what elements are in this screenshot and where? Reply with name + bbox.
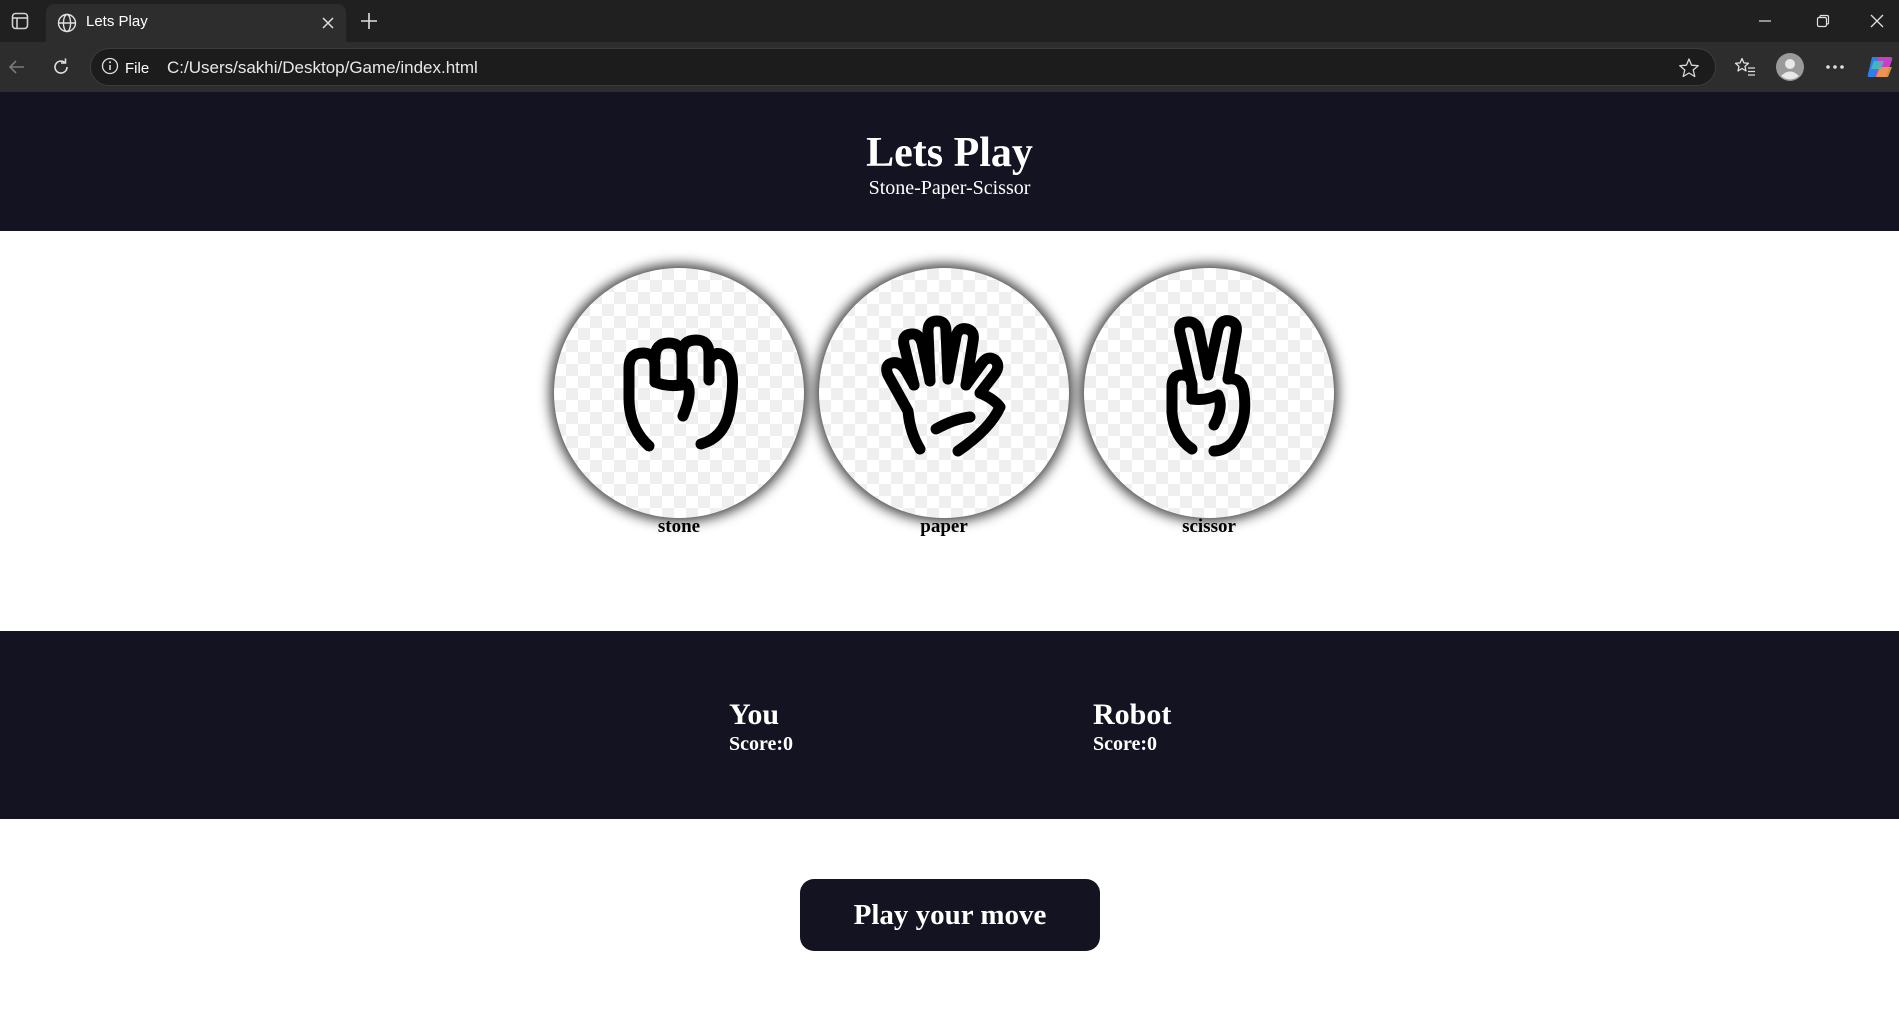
choice-scissor[interactable]: scissor (1084, 268, 1334, 568)
tab-sidebar-icon[interactable] (4, 6, 36, 36)
profile-icon[interactable] (1773, 50, 1807, 84)
back-icon[interactable] (0, 50, 34, 84)
choice-stone-image[interactable] (554, 268, 804, 518)
site-info-label: File (125, 59, 150, 77)
choice-paper-label: paper (920, 516, 968, 537)
more-icon[interactable] (1818, 50, 1852, 84)
restore-icon[interactable] (1796, 0, 1850, 42)
page-content: Lets Play Stone-Paper-Scissor stone pape… (0, 92, 1899, 1009)
open-hand-icon (881, 315, 1006, 457)
plus-icon[interactable] (354, 6, 384, 36)
tab-title: Lets Play (86, 13, 148, 30)
copilot-icon[interactable] (1863, 50, 1897, 84)
page-title: Lets Play (866, 130, 1033, 176)
choices-row: stone paper scissor (0, 268, 1899, 568)
navigation-bar: File C:/Users/sakhi/Desktop/Game/index.h… (0, 42, 1899, 92)
player-you: You Score:0 (729, 698, 793, 756)
tab-bar: Lets Play (0, 0, 1899, 42)
choice-stone[interactable]: stone (554, 268, 804, 568)
scoreboard: You Score:0 Robot Score:0 (0, 631, 1899, 819)
peace-hand-icon (1166, 315, 1251, 457)
fist-icon (623, 334, 738, 452)
choice-scissor-label: scissor (1182, 516, 1236, 537)
globe-icon (54, 10, 80, 36)
choice-scissor-image[interactable] (1084, 268, 1334, 518)
choice-stone-label: stone (657, 516, 701, 537)
choice-paper-image[interactable] (819, 268, 1069, 518)
address-bar[interactable]: File C:/Users/sakhi/Desktop/Game/index.h… (90, 48, 1716, 86)
favorites-icon[interactable] (1728, 50, 1762, 84)
play-your-move-button[interactable]: Play your move (800, 879, 1100, 951)
site-info-button[interactable]: File (101, 57, 149, 79)
star-icon[interactable] (1675, 54, 1703, 82)
refresh-icon[interactable] (44, 50, 78, 84)
player-robot-score: Score:0 (1093, 733, 1158, 755)
minimize-icon[interactable] (1738, 0, 1792, 42)
player-you-score: Score:0 (729, 733, 794, 755)
choice-paper[interactable]: paper (819, 268, 1069, 568)
close-icon[interactable] (314, 9, 342, 37)
window-close-icon[interactable] (1854, 0, 1899, 42)
page-subtitle: Stone-Paper-Scissor (868, 177, 1031, 199)
player-you-name: You (729, 698, 780, 731)
browser-chrome: Lets Play File C:/Users/sakhi/Desktop/Ga… (0, 0, 1899, 92)
page-header: Lets Play Stone-Paper-Scissor (0, 92, 1899, 231)
player-robot-name: Robot (1093, 698, 1172, 731)
tab-lets-play[interactable]: Lets Play (46, 4, 346, 42)
info-icon (101, 57, 119, 79)
player-robot: Robot Score:0 (1093, 698, 1171, 756)
url-text[interactable]: C:/Users/sakhi/Desktop/Game/index.html (167, 58, 478, 78)
